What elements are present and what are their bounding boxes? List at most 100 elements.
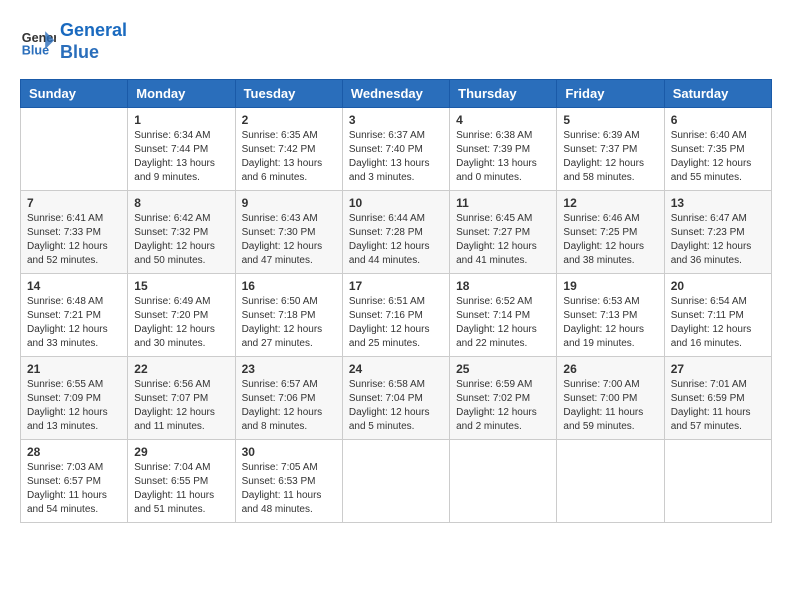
sunrise-label: Sunrise: 6:59 AM (456, 379, 532, 390)
day-number: 3 (349, 113, 443, 127)
logo-icon: General Blue (20, 24, 56, 60)
daylight-label: Daylight: 12 hours and 38 minutes. (563, 241, 644, 266)
sunset-label: Sunset: 7:30 PM (242, 227, 316, 238)
daylight-label: Daylight: 12 hours and 5 minutes. (349, 407, 430, 432)
col-header-wednesday: Wednesday (342, 80, 449, 108)
day-info: Sunrise: 6:56 AM Sunset: 7:07 PM Dayligh… (134, 378, 228, 434)
calendar-week-5: 28 Sunrise: 7:03 AM Sunset: 6:57 PM Dayl… (21, 440, 772, 523)
day-number: 21 (27, 362, 121, 376)
sunset-label: Sunset: 7:11 PM (671, 310, 744, 321)
sunrise-label: Sunrise: 7:05 AM (242, 462, 318, 473)
sunset-label: Sunset: 7:07 PM (134, 393, 208, 404)
sunrise-label: Sunrise: 6:56 AM (134, 379, 210, 390)
day-info: Sunrise: 6:42 AM Sunset: 7:32 PM Dayligh… (134, 212, 228, 268)
calendar-cell: 23 Sunrise: 6:57 AM Sunset: 7:06 PM Dayl… (235, 357, 342, 440)
daylight-label: Daylight: 12 hours and 19 minutes. (563, 324, 644, 349)
day-info: Sunrise: 6:44 AM Sunset: 7:28 PM Dayligh… (349, 212, 443, 268)
calendar-cell: 17 Sunrise: 6:51 AM Sunset: 7:16 PM Dayl… (342, 274, 449, 357)
sunset-label: Sunset: 7:23 PM (671, 227, 745, 238)
logo-text-blue: Blue (60, 42, 127, 64)
col-header-tuesday: Tuesday (235, 80, 342, 108)
daylight-label: Daylight: 12 hours and 11 minutes. (134, 407, 215, 432)
daylight-label: Daylight: 11 hours and 51 minutes. (134, 490, 214, 515)
day-number: 17 (349, 279, 443, 293)
daylight-label: Daylight: 13 hours and 0 minutes. (456, 158, 537, 183)
day-info: Sunrise: 7:05 AM Sunset: 6:53 PM Dayligh… (242, 461, 336, 517)
col-header-monday: Monday (128, 80, 235, 108)
calendar-cell (21, 108, 128, 191)
sunset-label: Sunset: 7:40 PM (349, 144, 423, 155)
calendar-week-1: 1 Sunrise: 6:34 AM Sunset: 7:44 PM Dayli… (21, 108, 772, 191)
sunrise-label: Sunrise: 6:40 AM (671, 130, 747, 141)
daylight-label: Daylight: 13 hours and 6 minutes. (242, 158, 323, 183)
sunset-label: Sunset: 7:27 PM (456, 227, 530, 238)
calendar-cell: 30 Sunrise: 7:05 AM Sunset: 6:53 PM Dayl… (235, 440, 342, 523)
col-header-friday: Friday (557, 80, 664, 108)
calendar-cell: 20 Sunrise: 6:54 AM Sunset: 7:11 PM Dayl… (664, 274, 771, 357)
day-number: 26 (563, 362, 657, 376)
sunrise-label: Sunrise: 6:53 AM (563, 296, 639, 307)
daylight-label: Daylight: 11 hours and 59 minutes. (563, 407, 643, 432)
calendar-cell: 28 Sunrise: 7:03 AM Sunset: 6:57 PM Dayl… (21, 440, 128, 523)
daylight-label: Daylight: 12 hours and 55 minutes. (671, 158, 752, 183)
daylight-label: Daylight: 12 hours and 22 minutes. (456, 324, 537, 349)
day-number: 5 (563, 113, 657, 127)
day-number: 10 (349, 196, 443, 210)
sunset-label: Sunset: 7:44 PM (134, 144, 208, 155)
calendar-cell: 10 Sunrise: 6:44 AM Sunset: 7:28 PM Dayl… (342, 191, 449, 274)
daylight-label: Daylight: 12 hours and 44 minutes. (349, 241, 430, 266)
day-info: Sunrise: 6:53 AM Sunset: 7:13 PM Dayligh… (563, 295, 657, 351)
calendar-cell: 11 Sunrise: 6:45 AM Sunset: 7:27 PM Dayl… (450, 191, 557, 274)
calendar-cell (342, 440, 449, 523)
sunrise-label: Sunrise: 6:42 AM (134, 213, 210, 224)
sunrise-label: Sunrise: 7:01 AM (671, 379, 747, 390)
calendar-body: 1 Sunrise: 6:34 AM Sunset: 7:44 PM Dayli… (21, 108, 772, 523)
calendar-cell: 27 Sunrise: 7:01 AM Sunset: 6:59 PM Dayl… (664, 357, 771, 440)
day-info: Sunrise: 7:04 AM Sunset: 6:55 PM Dayligh… (134, 461, 228, 517)
calendar-cell (557, 440, 664, 523)
calendar-cell: 15 Sunrise: 6:49 AM Sunset: 7:20 PM Dayl… (128, 274, 235, 357)
day-info: Sunrise: 6:40 AM Sunset: 7:35 PM Dayligh… (671, 129, 765, 185)
sunset-label: Sunset: 7:16 PM (349, 310, 423, 321)
day-number: 23 (242, 362, 336, 376)
sunrise-label: Sunrise: 6:46 AM (563, 213, 639, 224)
day-number: 8 (134, 196, 228, 210)
col-header-thursday: Thursday (450, 80, 557, 108)
day-info: Sunrise: 6:50 AM Sunset: 7:18 PM Dayligh… (242, 295, 336, 351)
sunrise-label: Sunrise: 6:35 AM (242, 130, 318, 141)
sunrise-label: Sunrise: 6:49 AM (134, 296, 210, 307)
col-header-saturday: Saturday (664, 80, 771, 108)
day-number: 14 (27, 279, 121, 293)
daylight-label: Daylight: 11 hours and 57 minutes. (671, 407, 751, 432)
day-number: 16 (242, 279, 336, 293)
sunrise-label: Sunrise: 6:57 AM (242, 379, 318, 390)
day-info: Sunrise: 7:01 AM Sunset: 6:59 PM Dayligh… (671, 378, 765, 434)
daylight-label: Daylight: 12 hours and 33 minutes. (27, 324, 108, 349)
day-number: 22 (134, 362, 228, 376)
calendar-cell: 12 Sunrise: 6:46 AM Sunset: 7:25 PM Dayl… (557, 191, 664, 274)
day-info: Sunrise: 6:48 AM Sunset: 7:21 PM Dayligh… (27, 295, 121, 351)
daylight-label: Daylight: 12 hours and 58 minutes. (563, 158, 644, 183)
sunrise-label: Sunrise: 6:51 AM (349, 296, 425, 307)
sunrise-label: Sunrise: 6:55 AM (27, 379, 103, 390)
sunset-label: Sunset: 7:32 PM (134, 227, 208, 238)
daylight-label: Daylight: 12 hours and 13 minutes. (27, 407, 108, 432)
calendar-cell: 13 Sunrise: 6:47 AM Sunset: 7:23 PM Dayl… (664, 191, 771, 274)
day-number: 27 (671, 362, 765, 376)
daylight-label: Daylight: 12 hours and 36 minutes. (671, 241, 752, 266)
calendar-cell: 8 Sunrise: 6:42 AM Sunset: 7:32 PM Dayli… (128, 191, 235, 274)
calendar-table: SundayMondayTuesdayWednesdayThursdayFrid… (20, 79, 772, 523)
sunset-label: Sunset: 7:14 PM (456, 310, 530, 321)
day-number: 20 (671, 279, 765, 293)
calendar-cell: 5 Sunrise: 6:39 AM Sunset: 7:37 PM Dayli… (557, 108, 664, 191)
sunset-label: Sunset: 7:20 PM (134, 310, 208, 321)
calendar-header-row: SundayMondayTuesdayWednesdayThursdayFrid… (21, 80, 772, 108)
sunrise-label: Sunrise: 6:58 AM (349, 379, 425, 390)
daylight-label: Daylight: 11 hours and 48 minutes. (242, 490, 322, 515)
sunset-label: Sunset: 7:21 PM (27, 310, 101, 321)
day-info: Sunrise: 6:43 AM Sunset: 7:30 PM Dayligh… (242, 212, 336, 268)
calendar-week-2: 7 Sunrise: 6:41 AM Sunset: 7:33 PM Dayli… (21, 191, 772, 274)
sunrise-label: Sunrise: 6:50 AM (242, 296, 318, 307)
calendar-cell: 14 Sunrise: 6:48 AM Sunset: 7:21 PM Dayl… (21, 274, 128, 357)
calendar-cell: 4 Sunrise: 6:38 AM Sunset: 7:39 PM Dayli… (450, 108, 557, 191)
